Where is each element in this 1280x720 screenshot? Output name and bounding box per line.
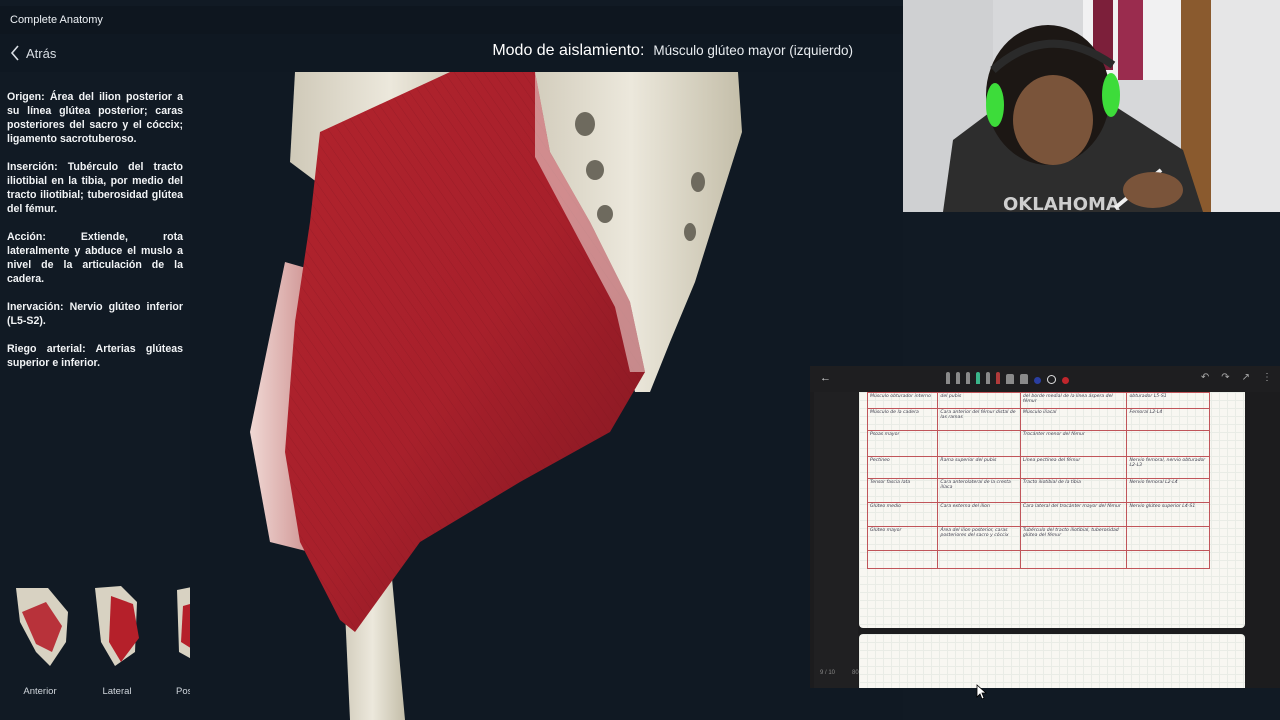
table-cell: del borde medial de la línea áspera del …: [1019, 392, 1128, 409]
view-label: Anterior: [23, 686, 57, 697]
table-cell: Nervio glúteo superior L4-S1: [1126, 502, 1210, 527]
table-row: Pectíneo Rama superior del pubis Línea pec…: [866, 456, 1210, 479]
table-cell: Femoral L2-L4: [1126, 408, 1210, 431]
action-text: Acción: Extiende, rota lateralmente y ab…: [7, 231, 183, 285]
pen-tool-icon[interactable]: [946, 372, 950, 384]
table-cell: Pectíneo: [866, 456, 939, 479]
eraser-tool-icon[interactable]: [1006, 374, 1014, 384]
table-row: Tensor fascia lata Cara anterolateral de …: [866, 478, 1210, 503]
table-row: Psoas mayor Trocánter menor del fémur: [866, 430, 1210, 457]
table-cell: Cara externa del ilion: [937, 502, 1021, 527]
table-cell: [1126, 550, 1210, 569]
innervation-text: Inervación: Nervio glúteo inferior (L5-S…: [7, 301, 183, 327]
app-title-bar: Complete Anatomy: [0, 6, 903, 34]
table-row: Glúteo mayor Área del ilion posterior, ca…: [866, 526, 1210, 551]
notes-next-page[interactable]: [859, 634, 1245, 688]
white-color-swatch[interactable]: [1047, 375, 1056, 384]
table-cell: obturador L5-S1: [1126, 392, 1210, 409]
view-posterior-button[interactable]: Pos: [158, 582, 190, 697]
view-label: Lateral: [102, 686, 132, 697]
lasso-tool-icon[interactable]: [1020, 374, 1028, 384]
toolbar-actions: ↶ ↷ ↗ ⋮: [1201, 372, 1272, 383]
view-thumbnails: Anterior Lateral Pos: [0, 582, 190, 702]
table-cell: Tubérculo del tracto iliotibial, tuberos…: [1019, 526, 1128, 551]
table-cell: Glúteo medio: [866, 502, 939, 527]
table-row: Músculo de la cadera Cara anterior del fé…: [866, 408, 1210, 431]
notes-page[interactable]: Músculo obturador interno del pubis del bo…: [859, 392, 1245, 628]
more-icon[interactable]: ⋮: [1262, 372, 1272, 383]
table-cell: Cara lateral del trocánter mayor del fém…: [1019, 502, 1128, 527]
view-lateral-button[interactable]: Lateral: [82, 582, 152, 697]
origin-text: Origen: Área del ilion posterior a su lí…: [7, 91, 183, 145]
brush-tool-icon[interactable]: [986, 372, 990, 384]
webcam-image: OKLAHOMA: [903, 0, 1280, 212]
table-cell: [937, 550, 1021, 569]
svg-text:OKLAHOMA: OKLAHOMA: [1003, 194, 1120, 212]
lateral-thumbnail-icon: [95, 586, 139, 666]
table-cell: Trocánter menor del fémur: [1019, 430, 1128, 457]
table-cell: Cara anterolateral de la cresta ilíaca: [937, 478, 1021, 503]
back-button[interactable]: Atrás: [10, 43, 56, 63]
blood-supply-text: Riego arterial: Arterias glúteas superio…: [7, 343, 183, 369]
marker-tool-icon[interactable]: [966, 372, 970, 384]
table-cell: Músculo obturador interno: [866, 392, 939, 409]
webcam-feed: OKLAHOMA: [903, 0, 1280, 212]
highlighter-tool-icon[interactable]: [976, 372, 980, 384]
posterior-thumbnail-icon: [177, 587, 190, 659]
mode-label: Modo de aislamiento:: [492, 42, 645, 59]
table-row: Glúteo medio Cara externa del ilion Cara l…: [866, 502, 1210, 527]
table-cell: Nervio femoral L2-L4: [1126, 478, 1210, 503]
app-title: Complete Anatomy: [10, 14, 103, 26]
red-pen-tool-icon[interactable]: [996, 372, 1000, 384]
pencil-tool-icon[interactable]: [956, 372, 960, 384]
notes-toolbar: ← ↶ ↷ ↗ ⋮: [810, 366, 1280, 392]
muscle-info-panel: Origen: Área del ilion posterior a su lí…: [7, 90, 183, 384]
table-cell: Línea pectínea del fémur: [1019, 456, 1128, 479]
anterior-thumbnail-icon: [16, 588, 68, 666]
3d-viewer[interactable]: [190, 72, 903, 720]
view-label: Pos: [176, 686, 190, 697]
table-cell: Cara anterior del fémur distal de las ra…: [937, 408, 1021, 431]
view-anterior-button[interactable]: Anterior: [5, 582, 75, 697]
table-cell: Psoas mayor: [866, 430, 939, 457]
table-cell: del pubis: [937, 392, 1021, 409]
red-color-swatch[interactable]: [1062, 377, 1069, 384]
page-number: 9 / 10: [820, 670, 836, 676]
mouse-cursor-icon: [976, 684, 988, 700]
gluteus-3d-model[interactable]: [190, 72, 903, 720]
blue-color-swatch[interactable]: [1034, 377, 1041, 384]
zoom-level: 80: [852, 670, 859, 676]
notes-table: Músculo obturador interno del pubis del bo…: [866, 392, 1210, 569]
chevron-left-icon: [10, 45, 19, 61]
notes-app: ← ↶ ↷ ↗ ⋮ Músculo obturador interno del p…: [810, 366, 1280, 688]
pen-tools: [946, 372, 1069, 384]
table-cell: Músculo de la cadera: [866, 408, 939, 431]
table-cell: Tensor fascia lata: [866, 478, 939, 503]
arrow-left-icon[interactable]: ←: [820, 372, 831, 384]
export-icon[interactable]: ↗: [1242, 372, 1250, 383]
table-cell: Rama superior del pubis: [937, 456, 1021, 479]
table-cell: Nervio femoral, nervio obturador L2-L3: [1126, 456, 1210, 479]
table-cell: Tracto iliotibial de la tibia: [1019, 478, 1128, 503]
top-bar: Atrás Modo de aislamiento: Músculo glúte…: [0, 34, 903, 72]
undo-icon[interactable]: ↶: [1201, 372, 1209, 383]
page-thumbnail-strip[interactable]: [814, 392, 858, 688]
table-cell: Músculo iliacal: [1019, 408, 1128, 431]
table-cell: Área del ilion posterior, caras posterio…: [937, 526, 1021, 551]
table-cell: [866, 550, 939, 569]
isolation-mode-title: Modo de aislamiento: Músculo glúteo mayo…: [492, 42, 853, 60]
muscle-name: Músculo glúteo mayor (izquierdo): [653, 43, 853, 58]
table-cell: [1126, 526, 1210, 551]
table-cell: [1126, 430, 1210, 457]
insertion-text: Inserción: Tubérculo del tracto iliotibi…: [7, 161, 183, 215]
table-row: [866, 550, 1210, 569]
table-row: Músculo obturador interno del pubis del bo…: [866, 392, 1210, 409]
table-cell: [1019, 550, 1128, 569]
table-cell: [937, 430, 1021, 457]
redo-icon[interactable]: ↷: [1221, 372, 1229, 383]
table-cell: Glúteo mayor: [866, 526, 939, 551]
back-label: Atrás: [26, 45, 57, 61]
